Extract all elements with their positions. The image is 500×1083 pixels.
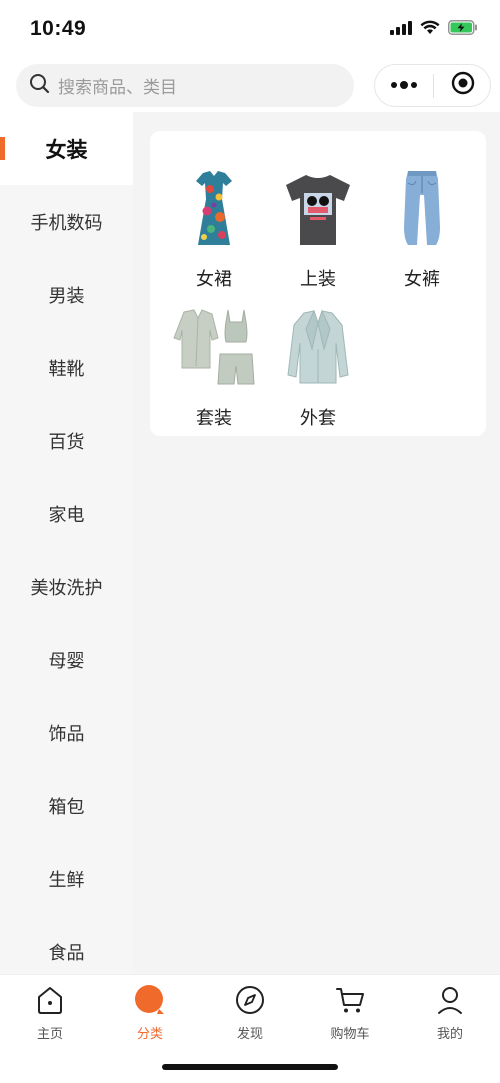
mini-program-capsule bbox=[374, 64, 491, 107]
subcategory-label: 外套 bbox=[300, 408, 336, 428]
sidebar-item-general-goods[interactable]: 百货 bbox=[0, 404, 133, 477]
graphic-tshirt-image bbox=[275, 166, 361, 252]
blazer-set-image bbox=[171, 305, 257, 391]
target-circle-icon bbox=[451, 71, 475, 100]
sidebar-item-mens-wear[interactable]: 男装 bbox=[0, 258, 133, 331]
subcategory-label: 上装 bbox=[300, 269, 336, 289]
battery-charging-icon bbox=[448, 20, 478, 40]
subcategory-tops[interactable]: 上装 bbox=[266, 156, 370, 296]
cellular-signal-icon bbox=[390, 20, 412, 40]
sidebar-item-shoes[interactable]: 鞋靴 bbox=[0, 331, 133, 404]
sidebar-item-appliances[interactable]: 家电 bbox=[0, 477, 133, 550]
status-bar: 10:49 bbox=[0, 0, 500, 60]
sidebar-item-food[interactable]: 食品 bbox=[0, 915, 133, 974]
subcategory-label: 套装 bbox=[196, 408, 232, 428]
tab-label: 分类 bbox=[136, 1026, 163, 1041]
coat-image bbox=[275, 305, 361, 391]
sidebar-item-beauty[interactable]: 美妆洗护 bbox=[0, 550, 133, 623]
subcategory-sets[interactable]: 套装 bbox=[162, 295, 266, 435]
status-icons bbox=[390, 20, 478, 40]
subcategory-dresses[interactable]: 女裙 bbox=[162, 156, 266, 296]
floral-dress-image bbox=[171, 166, 257, 252]
more-dots-icon bbox=[390, 77, 418, 95]
tab-discover[interactable]: 发现 bbox=[200, 983, 300, 1043]
tab-cart[interactable]: 购物车 bbox=[300, 983, 400, 1043]
category-search-icon bbox=[133, 983, 167, 1017]
tab-label: 发现 bbox=[236, 1026, 263, 1041]
subcategory-card: 女裙 上装 女裤 套装 外套 bbox=[150, 131, 486, 436]
sidebar-item-accessories[interactable]: 饰品 bbox=[0, 696, 133, 769]
wifi-icon bbox=[420, 20, 440, 40]
header: 搜索商品、类目 bbox=[0, 60, 500, 112]
jeans-image bbox=[379, 166, 465, 252]
tab-profile[interactable]: 我的 bbox=[400, 983, 500, 1043]
close-mini-program-button[interactable] bbox=[434, 65, 491, 106]
tab-label: 我的 bbox=[436, 1026, 463, 1041]
compass-icon bbox=[233, 983, 267, 1017]
status-time: 10:49 bbox=[30, 17, 87, 40]
sidebar-item-baby[interactable]: 母婴 bbox=[0, 623, 133, 696]
subcategory-pants[interactable]: 女裤 bbox=[370, 156, 474, 296]
sidebar-item-bags[interactable]: 箱包 bbox=[0, 769, 133, 842]
tab-label: 购物车 bbox=[330, 1026, 370, 1041]
cart-icon bbox=[333, 983, 367, 1017]
category-sidebar: 女装 手机数码 男装 鞋靴 百货 家电 美妆洗护 母婴 饰品 箱包 生鲜 食品 bbox=[0, 112, 133, 974]
user-icon bbox=[433, 983, 467, 1017]
tab-label: 主页 bbox=[36, 1026, 63, 1041]
subcategory-coats[interactable]: 外套 bbox=[266, 295, 370, 435]
subcategory-label: 女裤 bbox=[404, 269, 440, 289]
search-placeholder: 搜索商品、类目 bbox=[58, 78, 177, 97]
tab-home[interactable]: 主页 bbox=[0, 983, 100, 1043]
tab-category[interactable]: 分类 bbox=[100, 983, 200, 1043]
search-input[interactable]: 搜索商品、类目 bbox=[16, 64, 354, 107]
main-content: 女裙 上装 女裤 套装 外套 bbox=[133, 112, 500, 974]
search-icon bbox=[29, 73, 50, 99]
sidebar-item-womens-wear[interactable]: 女装 bbox=[0, 112, 133, 185]
home-indicator bbox=[162, 1064, 338, 1070]
more-button[interactable] bbox=[375, 65, 433, 106]
subcategory-label: 女裙 bbox=[196, 269, 232, 289]
sidebar-item-fresh[interactable]: 生鲜 bbox=[0, 842, 133, 915]
sidebar-item-digital[interactable]: 手机数码 bbox=[0, 185, 133, 258]
home-icon bbox=[33, 983, 67, 1017]
